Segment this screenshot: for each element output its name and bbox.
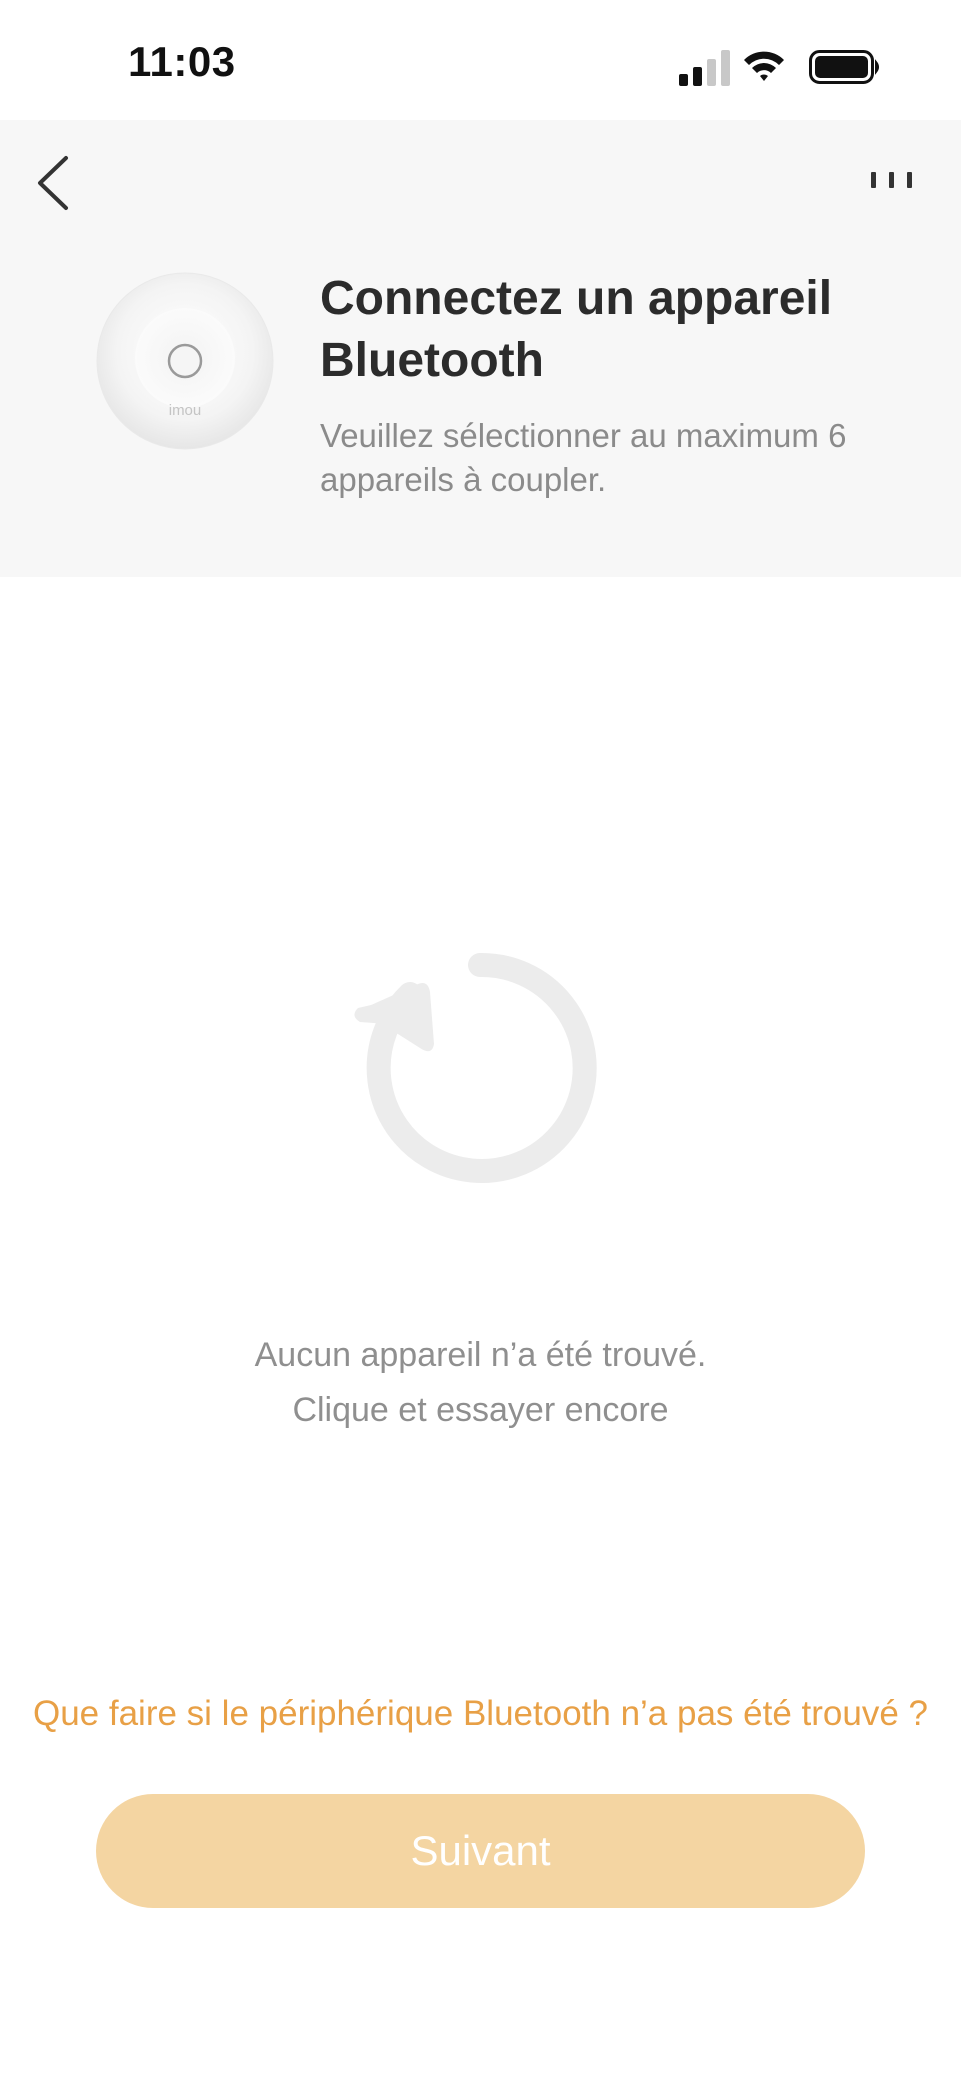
cellular-signal-icon xyxy=(679,50,730,86)
header-panel: imou Connectez un appareil Bluetooth Veu… xyxy=(0,120,961,577)
status-bar: 11:03 xyxy=(0,0,961,120)
empty-state-message: Aucun appareil n’a été trouvé. xyxy=(254,1336,707,1374)
back-button[interactable] xyxy=(30,150,80,216)
svg-text:imou: imou xyxy=(169,402,202,419)
page-subtitle: Veuillez sélectionner au maximum 6 appar… xyxy=(320,417,847,498)
page-title: Connectez un appareil Bluetooth xyxy=(320,272,833,387)
empty-state-hint: Clique et essayer encore xyxy=(292,1391,669,1429)
wifi-icon xyxy=(744,51,784,81)
more-button[interactable] xyxy=(861,160,921,204)
device-image: imou xyxy=(96,272,274,450)
next-button[interactable]: Suivant xyxy=(96,1794,865,1908)
help-link[interactable]: Que faire si le périphérique Bluetooth n… xyxy=(0,1694,961,1734)
refresh-icon xyxy=(354,952,597,1183)
status-time: 11:03 xyxy=(128,38,236,85)
battery-icon xyxy=(809,50,879,84)
chevron-left-icon xyxy=(38,156,68,210)
more-dots-icon xyxy=(871,172,912,188)
refresh-button[interactable] xyxy=(350,950,610,1190)
